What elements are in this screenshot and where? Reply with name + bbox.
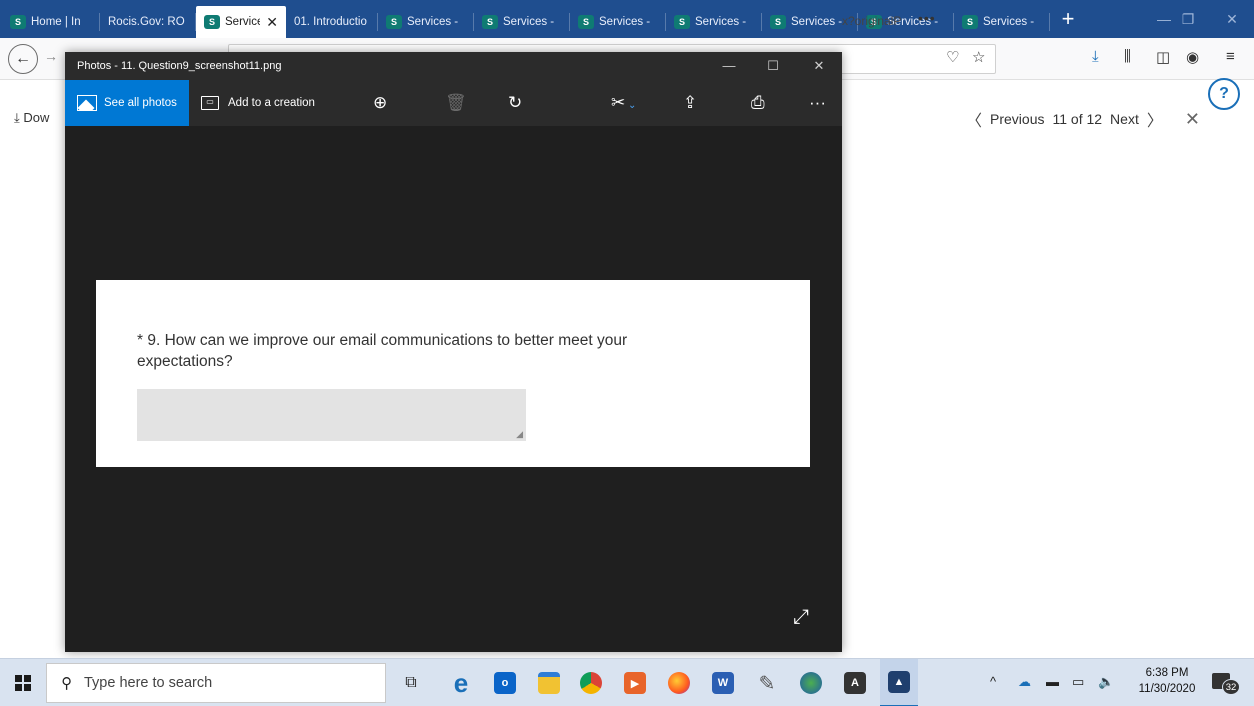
taskbar-search-box[interactable]: ⚲ Type here to search	[46, 663, 386, 703]
close-window-icon[interactable]: ✕	[1212, 8, 1252, 30]
sharepoint-icon: S	[770, 15, 786, 29]
sharepoint-icon: S	[674, 15, 690, 29]
windows-taskbar: ⚲ Type here to search ⧉ e o ▶ W ✎ A ▲ ^ …	[0, 658, 1254, 706]
resize-grip-icon: ◢	[516, 429, 523, 439]
browser-tab[interactable]: S Services -	[666, 13, 762, 31]
browser-tab[interactable]: S Services -	[378, 13, 474, 31]
onedrive-icon[interactable]: ☁	[1018, 674, 1031, 690]
taskbar-clock[interactable]: 6:38 PM 11/30/2020	[1136, 665, 1198, 697]
sidebar-icon[interactable]: ◫	[1156, 48, 1170, 66]
task-view-icon[interactable]: ⧉	[396, 668, 426, 698]
action-center-icon[interactable]: 32	[1212, 671, 1240, 695]
photos-title-bar: Photos - 11. Question9_screenshot11.png …	[65, 52, 842, 80]
browser-tab[interactable]: 01. Introductio	[286, 13, 378, 31]
page-indicator: 11 of 12	[1052, 111, 1103, 127]
add-to-creation-button[interactable]: ▭ Add to a creation	[201, 80, 315, 126]
back-button[interactable]: ←	[8, 44, 38, 74]
word-icon[interactable]: W	[708, 668, 738, 698]
photos-maximize-icon[interactable]: ☐	[759, 56, 787, 76]
chevron-left-icon[interactable]: 〈	[966, 107, 982, 131]
paint-app-icon[interactable]: ✎	[752, 668, 782, 698]
sharepoint-icon: S	[578, 15, 594, 29]
photos-minimize-icon[interactable]: —	[715, 56, 743, 76]
browser-tab-strip: S Home | In Rocis.Gov: RO S Service ✕ 01…	[0, 0, 1254, 38]
assistant-icon[interactable]: ?	[1208, 78, 1240, 110]
start-button[interactable]	[0, 659, 46, 706]
sharepoint-icon: S	[386, 15, 402, 29]
sharepoint-icon: S	[482, 15, 498, 29]
browser-tab-active[interactable]: S Service ✕	[196, 6, 286, 38]
previous-button[interactable]: Previous	[990, 111, 1044, 127]
show-hidden-icons-icon[interactable]: ^	[990, 674, 996, 689]
notification-count: 32	[1222, 679, 1240, 695]
browser-tab[interactable]: S Home | In	[2, 13, 100, 31]
browser-tab[interactable]: S Services -	[954, 13, 1050, 31]
edit-draw-icon[interactable]: ✂ ⌄	[611, 90, 636, 116]
account-icon[interactable]: ◉	[1186, 48, 1199, 66]
sharepoint-icon: S	[962, 15, 978, 29]
download-arrow-icon[interactable]: ⤓	[1092, 48, 1099, 65]
next-button[interactable]: Next	[1110, 111, 1139, 127]
download-button[interactable]: ⤓ Dow	[14, 110, 49, 126]
delete-icon: 🗑	[445, 93, 467, 112]
print-icon[interactable]: ⎙	[751, 90, 765, 116]
zoom-in-icon[interactable]: ⊕	[373, 90, 387, 116]
photos-toolbar: See all photos ▭ Add to a creation ⊕ 🗑 ↻…	[65, 80, 842, 126]
more-options-icon[interactable]: ···	[809, 90, 826, 116]
survey-question-text: * 9. How can we improve our email commun…	[137, 332, 628, 370]
sharepoint-icon: S	[204, 15, 220, 29]
outlook-icon[interactable]: o	[490, 668, 520, 698]
chevron-right-icon[interactable]: 〉	[1147, 107, 1163, 131]
library-icon[interactable]: ⫼	[1124, 48, 1131, 65]
photos-app-window: Photos - 11. Question9_screenshot11.png …	[65, 52, 842, 652]
survey-answer-textarea: ◢	[137, 389, 526, 441]
network-icon[interactable]: ▭	[1072, 674, 1084, 690]
close-tab-icon[interactable]: ✕	[266, 14, 278, 31]
restore-icon[interactable]: ❐	[1168, 8, 1208, 30]
media-app-icon[interactable]: ▶	[620, 668, 650, 698]
photo-icon	[77, 95, 97, 111]
survey-screenshot-image: * 9. How can we improve our email commun…	[96, 280, 810, 467]
browser-tab[interactable]: S Services -	[474, 13, 570, 31]
share-icon[interactable]: ⇪	[683, 90, 697, 116]
sharepoint-icon: S	[10, 15, 26, 29]
acrobat-icon[interactable]: A	[840, 668, 870, 698]
rotate-icon[interactable]: ↻	[508, 90, 522, 116]
browser-tab[interactable]: Rocis.Gov: RO	[100, 13, 196, 31]
page-actions-icon[interactable]: •••	[918, 10, 936, 26]
photos-taskbar-icon[interactable]: ▲	[880, 659, 918, 706]
expand-fullscreen-icon[interactable]: ⤢	[793, 606, 809, 629]
search-icon: ⚲	[61, 675, 72, 692]
file-explorer-icon[interactable]	[534, 668, 564, 698]
see-all-photos-button[interactable]: See all photos	[65, 80, 189, 126]
chrome-icon[interactable]	[576, 668, 606, 698]
menu-icon[interactable]: ≡	[1226, 48, 1235, 65]
creation-icon: ▭	[201, 96, 219, 110]
close-viewer-icon[interactable]: ✕	[1185, 109, 1200, 130]
battery-icon[interactable]: ▬	[1046, 674, 1059, 689]
pocket-icon[interactable]: ♡	[946, 48, 959, 66]
bookmark-star-icon[interactable]: ☆	[972, 48, 985, 66]
url-text: x?originalP	[842, 14, 902, 28]
browser-tab[interactable]: S Services -	[570, 13, 666, 31]
photo-canvas: * 9. How can we improve our email commun…	[65, 126, 842, 652]
forward-button[interactable]: →	[44, 48, 58, 64]
pager: 〈 Previous 11 of 12 Next 〉 ✕	[966, 107, 1200, 131]
globe-app-icon[interactable]	[796, 668, 826, 698]
firefox-icon[interactable]	[664, 668, 694, 698]
windows-logo-icon	[15, 675, 31, 691]
new-tab-button[interactable]: +	[1056, 8, 1080, 32]
photos-window-title: Photos - 11. Question9_screenshot11.png	[77, 60, 282, 72]
edge-icon[interactable]: e	[446, 668, 476, 698]
volume-icon[interactable]: 🔈	[1098, 674, 1114, 690]
photos-close-icon[interactable]: ✕	[805, 56, 833, 76]
